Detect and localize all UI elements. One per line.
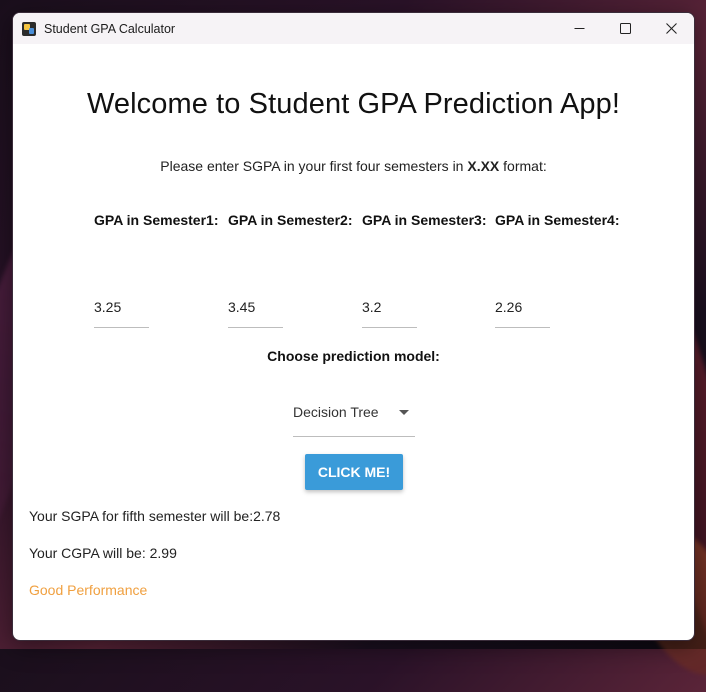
- semester3-input[interactable]: [362, 287, 417, 328]
- chevron-down-icon: [399, 409, 409, 415]
- sgpa-result: Your SGPA for fifth semester will be:2.7…: [29, 508, 281, 524]
- semester2-label: GPA in Semester2:: [228, 212, 353, 228]
- semester2-input[interactable]: [228, 287, 283, 328]
- app-window: Student GPA Calculator Welcome to Studen…: [12, 12, 695, 641]
- window-controls: [556, 13, 694, 44]
- page-title: Welcome to Student GPA Prediction App!: [86, 88, 621, 120]
- model-dropdown[interactable]: Decision Tree: [293, 388, 415, 437]
- semester1-input[interactable]: [94, 287, 149, 328]
- instruction-text: Please enter SGPA in your first four sem…: [13, 158, 694, 174]
- semester1-label: GPA in Semester1:: [94, 212, 219, 228]
- minimize-button[interactable]: [556, 13, 602, 44]
- close-icon: [665, 23, 677, 34]
- maximize-button[interactable]: [602, 13, 648, 44]
- semester3-label: GPA in Semester3:: [362, 212, 487, 228]
- window-title: Student GPA Calculator: [44, 21, 176, 36]
- app-content: Welcome to Student GPA Prediction App! P…: [13, 44, 694, 640]
- title-bar[interactable]: Student GPA Calculator: [13, 13, 694, 44]
- instruction-suffix: format:: [499, 158, 547, 174]
- cgpa-result: Your CGPA will be: 2.99: [29, 545, 177, 561]
- predict-button[interactable]: CLICK ME!: [305, 454, 403, 490]
- instruction-format: X.XX: [467, 158, 500, 174]
- model-label: Choose prediction model:: [267, 348, 440, 364]
- instruction-prefix: Please enter SGPA in your first four sem…: [160, 158, 468, 174]
- semester4-input[interactable]: [495, 287, 550, 328]
- performance-result: Good Performance: [29, 582, 148, 598]
- close-button[interactable]: [648, 13, 694, 44]
- model-dropdown-value: Decision Tree: [293, 404, 379, 420]
- minimize-icon: [574, 28, 584, 29]
- app-icon: [22, 21, 36, 36]
- maximize-icon: [619, 23, 631, 34]
- semester4-label: GPA in Semester4:: [495, 212, 620, 228]
